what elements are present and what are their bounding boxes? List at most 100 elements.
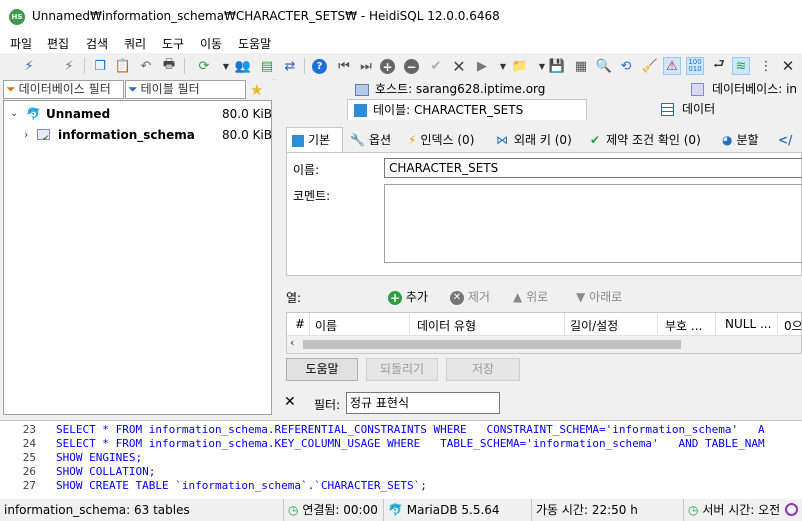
move-up-button[interactable]: ▲ 위로 [513,288,548,306]
disconnect-icon[interactable]: ⚡ [60,57,78,75]
menu-file[interactable]: 파일 [10,35,32,52]
table-name-input[interactable]: CHARACTER_SETS [384,158,802,178]
menu-edit[interactable]: 편집 [47,35,69,52]
replace-icon[interactable]: ⟲ [617,57,635,75]
comment-textarea[interactable] [384,184,802,263]
open-folder-icon[interactable]: 📁 [511,57,529,75]
table-filter-input[interactable]: ⏷ 테이블 필터 [125,80,246,99]
check-icon[interactable]: ✔ [427,57,445,75]
chevron-down-icon[interactable]: ⌄ [10,104,18,124]
tab-create-code[interactable]: </ [774,130,802,150]
tab-table-editor[interactable]: 테이블: CHARACTER_SETS [347,99,587,120]
pie-chart-icon: ◕ [722,133,733,147]
wrap-icon[interactable]: ⮐ [710,57,728,75]
paste-icon[interactable]: 📋 [114,57,132,75]
tab-basic[interactable]: 기본 [286,127,343,152]
remove-icon[interactable]: − [404,59,419,74]
line-number: 23 [22,423,36,436]
dropdown-icon[interactable]: ▼ [217,57,235,75]
grid-header-unsigned[interactable]: 부호 ... [665,317,702,334]
tab-indexes-label: 인덱스 (0) [420,133,475,147]
more-icon[interactable]: ⋮ [757,57,775,75]
copy-icon[interactable]: ❐ [91,57,109,75]
close-filter-icon[interactable]: ✕ [284,394,296,410]
chevron-right-icon[interactable]: › [24,125,28,145]
grid-header-allow-null[interactable]: NULL ... [725,317,771,331]
menu-query[interactable]: 쿼리 [124,35,146,52]
grid-header-zerofill[interactable]: 0으 [784,317,801,334]
close-icon[interactable]: ✕ [779,57,797,75]
menu-go[interactable]: 이동 [200,35,222,52]
tree-node-unnamed[interactable]: ⌄ 🐬 Unnamed 80.0 KiB [4,104,272,124]
add-icon[interactable]: + [380,59,395,74]
table-icon [354,104,367,117]
favorite-star-icon[interactable]: ★ [250,81,263,99]
grid-header-datatype[interactable]: 데이터 유형 [417,317,476,334]
cancel-icon[interactable]: ✕ [450,57,468,76]
save-all-icon[interactable]: ▦ [572,57,590,75]
revert-button[interactable]: 되돌리기 [366,358,438,381]
grid-header-index[interactable]: # [295,317,305,331]
users-icon[interactable]: 👥 [234,57,252,75]
sql-log[interactable]: 23 SELECT * FROM information_schema.REFER… [0,420,802,500]
menu-search[interactable]: 검색 [86,35,108,52]
menu-help[interactable]: 도움말 [238,35,271,52]
tab-database[interactable]: 데이터베이스: in [687,79,802,99]
chevron-left-icon[interactable]: ‹ [290,336,294,349]
database-filter-input[interactable]: ⏷ 데이터베이스 필터 [3,80,124,99]
grid-header-length[interactable]: 길이/설정 [570,317,618,334]
filter-icon[interactable]: ≋ [732,57,750,75]
tab-indexes[interactable]: ⚡ 인덱스 (0) [404,130,489,150]
warning-icon[interactable]: ⚠ [663,57,681,75]
tab-database-label: 데이터베이스: in [712,82,798,96]
help-button[interactable]: 도움말 [286,358,358,381]
scrollbar-thumb[interactable] [303,340,681,349]
grid-horizontal-scrollbar[interactable]: ‹ [287,336,801,353]
first-icon[interactable]: ⏮ [335,57,353,75]
table-editor-panel: 기본 🔧 옵션 ⚡ 인덱스 (0) ⋈ 외래 키 (0) ✔ 제약 조건 확인 (0) … [284,124,802,416]
tab-partitions[interactable]: ◕ 분할 [718,130,770,150]
menu-tools[interactable]: 도구 [162,35,184,52]
x-circle-icon: ✕ [450,290,464,305]
tab-options[interactable]: 🔧 옵션 [346,130,401,150]
dropdown-icon[interactable]: ▼ [494,57,512,75]
filter-input[interactable]: 정규 표현식 [346,392,500,414]
clear-icon[interactable]: 🧹 [641,57,659,75]
line-number: 25 [22,451,36,464]
undo-icon[interactable]: ↶ [137,57,155,75]
connect-icon[interactable]: ⚡ [20,57,38,75]
sql-line: 26 SHOW COLLATION; [0,465,156,479]
table-icon [292,134,304,147]
remove-column-button[interactable]: ✕ 제거 [450,288,490,306]
tab-foreign-keys[interactable]: ⋈ 외래 키 (0) [492,130,582,150]
grid-header-name[interactable]: 이름 [315,317,337,334]
editor-tabs: 기본 🔧 옵션 ⚡ 인덱스 (0) ⋈ 외래 키 (0) ✔ 제약 조건 확인 (0) … [284,127,802,152]
move-down-button[interactable]: ▼ 아래로 [576,288,622,306]
save-button[interactable]: 저장 [446,358,520,381]
save-icon[interactable]: 💾 [548,57,566,75]
status-connected-text: 연결됨: 00:00 [302,503,378,517]
tab-host[interactable]: 호스트: sarang628.iptime.org [347,79,577,99]
export-icon[interactable]: ▤ [258,57,276,75]
tab-table-label: 테이블: CHARACTER_SETS [373,103,524,117]
binary-icon[interactable]: 100 010 [686,57,704,75]
status-server-time-text: 서버 시간: 오전 [702,503,781,517]
help-icon[interactable]: ? [312,59,327,74]
refresh-icon[interactable]: ⟳ [195,57,213,75]
find-icon[interactable]: 🔍 [595,57,613,75]
run-icon[interactable]: ▶ [473,57,491,75]
tree-node-size: 80.0 KiB [222,107,272,121]
last-icon[interactable]: ⏭ [357,57,375,75]
status-tables: information_schema: 63 tables [0,499,284,521]
tab-data[interactable]: 데이터 [657,99,777,119]
status-connected: ◷ 연결됨: 00:00 [284,499,384,521]
print-icon[interactable]: 🖶 [160,57,178,75]
transfer-icon[interactable]: ⇄ [281,57,299,75]
tree-node-information-schema[interactable]: › ✔ information_schema 80.0 KiB [4,125,272,145]
comment-label: 코멘트: [293,189,331,203]
funnel-icon: ⏷ [6,82,16,96]
add-column-button[interactable]: + 추가 [388,288,428,306]
tab-check-constraints[interactable]: ✔ 제약 조건 확인 (0) [586,130,714,150]
server-icon [355,83,369,96]
status-tables-text: information_schema: 63 tables [4,503,190,517]
